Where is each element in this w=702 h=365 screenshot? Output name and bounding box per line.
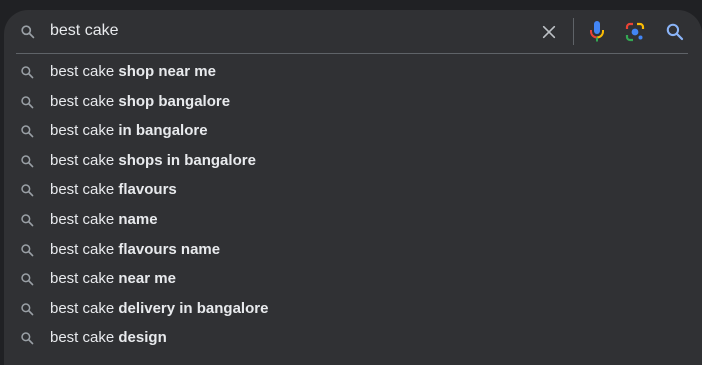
search-icon: [21, 214, 34, 227]
search-icon: [21, 95, 34, 108]
search-submit-icon[interactable]: [665, 22, 684, 41]
search-dropdown: best cake best cake shop near me best ca…: [4, 10, 702, 365]
suggestion-text: best cake name: [50, 210, 158, 228]
suggestion-text: best cake flavours: [50, 181, 177, 199]
suggestion-item[interactable]: best cake shops in bangalore: [4, 146, 702, 176]
suggestion-item[interactable]: best cake in bangalore: [4, 116, 702, 146]
search-icon: [21, 332, 34, 345]
suggestion-item[interactable]: best cake flavours: [4, 175, 702, 205]
suggestion-item[interactable]: best cake design: [4, 323, 702, 353]
suggestion-list: best cake shop near me best cake shop ba…: [4, 57, 702, 353]
suggestion-text: best cake design: [50, 329, 167, 347]
search-icon: [21, 125, 34, 138]
search-icon: [21, 25, 35, 39]
divider: [573, 18, 574, 45]
suggestion-text: best cake in bangalore: [50, 122, 208, 140]
search-icon: [21, 155, 34, 168]
suggestion-item[interactable]: best cake shop near me: [4, 57, 702, 87]
suggestion-item[interactable]: best cake near me: [4, 264, 702, 294]
suggestion-text: best cake shop near me: [50, 63, 216, 80]
suggestion-text: best cake shops in bangalore: [50, 151, 256, 169]
search-icon: [21, 273, 34, 286]
suggestion-item[interactable]: best cake flavours name: [4, 235, 702, 265]
search-icon: [21, 243, 34, 256]
suggestion-item[interactable]: best cake name: [4, 205, 702, 235]
search-icon: [21, 184, 34, 197]
search-input[interactable]: best cake: [50, 20, 520, 42]
suggestion-text: best cake flavours name: [50, 240, 221, 258]
microphone-icon[interactable]: [588, 20, 606, 44]
search-bar: best cake: [4, 10, 702, 54]
search-icon: [21, 303, 34, 316]
search-icon: [21, 66, 34, 79]
suggestion-text: best cake delivery in bangalore: [50, 299, 269, 317]
page: best cake best cake shop near me best ca…: [0, 0, 702, 365]
google-lens-icon[interactable]: [625, 22, 645, 42]
suggestion-item[interactable]: best cake shop bangalore: [4, 87, 702, 117]
search-divider: [16, 53, 688, 54]
suggestion-item[interactable]: best cake delivery in bangalore: [4, 294, 702, 324]
suggestion-text: best cake shop bangalore: [50, 92, 231, 110]
suggestion-text: best cake near me: [50, 270, 176, 288]
close-icon[interactable]: [541, 24, 557, 40]
